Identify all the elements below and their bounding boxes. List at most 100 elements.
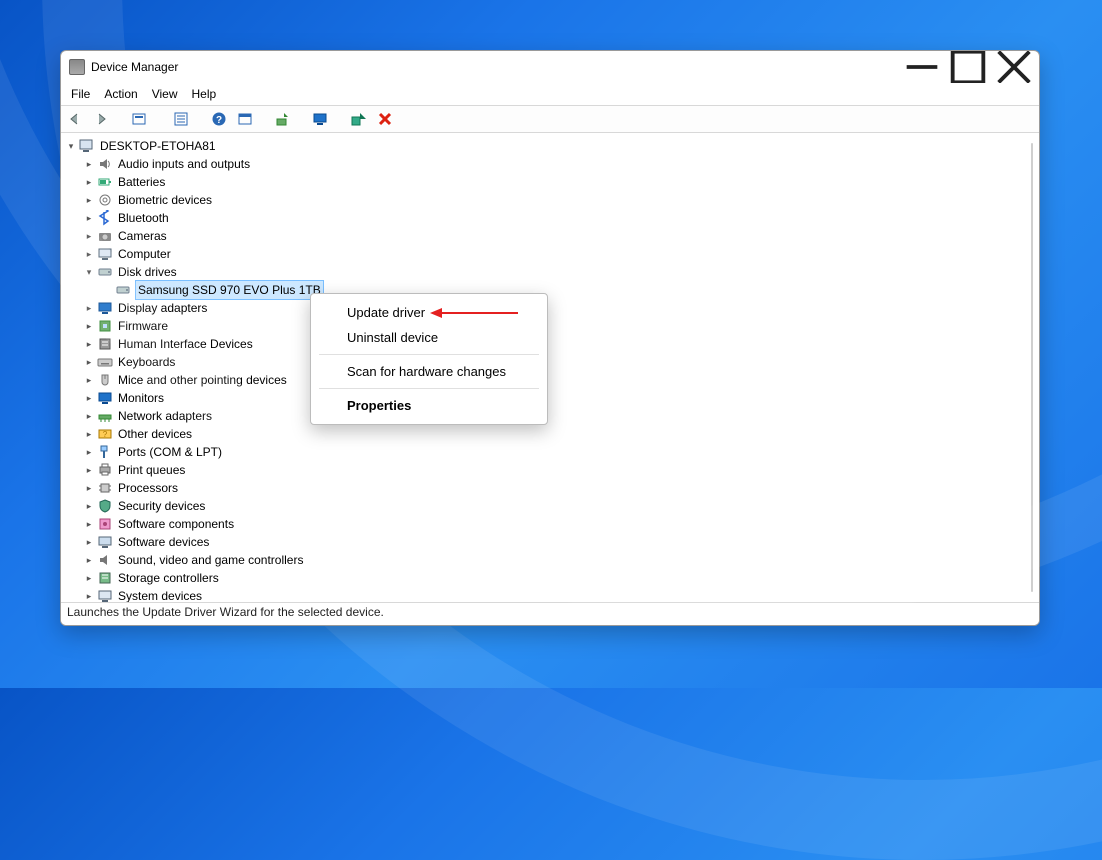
device-manager-window: Device Manager File Action View Help: [60, 50, 1040, 626]
chevron-right-icon[interactable]: ▸: [83, 551, 95, 569]
chevron-right-icon[interactable]: ▸: [83, 479, 95, 497]
ctx-properties[interactable]: Properties: [311, 393, 547, 418]
firmware-icon: [97, 318, 113, 334]
chevron-right-icon[interactable]: ▸: [83, 245, 95, 263]
menu-view[interactable]: View: [152, 87, 178, 101]
enable-device-button[interactable]: [349, 109, 369, 129]
monitor-icon: [97, 390, 113, 406]
ctx-uninstall-device[interactable]: Uninstall device: [311, 325, 547, 350]
mouse-icon: [97, 372, 113, 388]
menu-help[interactable]: Help: [192, 87, 217, 101]
printer-icon: [97, 462, 113, 478]
chevron-right-icon[interactable]: ▸: [83, 335, 95, 353]
tree-category[interactable]: ▸Sound, video and game controllers: [83, 551, 1033, 569]
ctx-update-driver[interactable]: Update driver: [311, 300, 547, 325]
chevron-right-icon[interactable]: ▸: [83, 227, 95, 245]
menu-file[interactable]: File: [71, 87, 90, 101]
tree-category[interactable]: ▸Storage controllers: [83, 569, 1033, 587]
tree-item-selected-disk[interactable]: Samsung SSD 970 EVO Plus 1TB: [101, 281, 1033, 299]
sound-icon: [97, 552, 113, 568]
computer-icon: [79, 138, 95, 154]
ctx-scan-hardware[interactable]: Scan for hardware changes: [311, 359, 547, 384]
tree-category[interactable]: ▸Print queues: [83, 461, 1033, 479]
tree-category[interactable]: ▸Display adapters: [83, 299, 1033, 317]
forward-button[interactable]: [91, 109, 111, 129]
chevron-right-icon[interactable]: ▸: [83, 191, 95, 209]
maximize-button[interactable]: [945, 51, 991, 83]
menu-action[interactable]: Action: [104, 87, 137, 101]
chevron-right-icon[interactable]: ▸: [83, 425, 95, 443]
tree-category[interactable]: ▸Biometric devices: [83, 191, 1033, 209]
back-button[interactable]: [65, 109, 85, 129]
device-tree-panel: ▾ DESKTOP-ETOHA81 ▸Audio inputs and outp…: [61, 133, 1039, 603]
app-icon: [69, 59, 85, 75]
chevron-right-icon[interactable]: ▸: [83, 371, 95, 389]
chevron-down-icon[interactable]: ▾: [83, 263, 95, 281]
svg-text:?: ?: [216, 115, 222, 126]
chevron-right-icon[interactable]: ▸: [83, 209, 95, 227]
chevron-right-icon[interactable]: ▸: [83, 443, 95, 461]
chevron-right-icon[interactable]: ▸: [83, 497, 95, 515]
software-icon: [97, 534, 113, 550]
storage-icon: [97, 570, 113, 586]
refresh-button[interactable]: [235, 109, 255, 129]
tree-category[interactable]: ▸Network adapters: [83, 407, 1033, 425]
chevron-right-icon[interactable]: ▸: [83, 533, 95, 551]
hid-icon: [97, 336, 113, 352]
chevron-right-icon[interactable]: ▸: [83, 353, 95, 371]
tree-category[interactable]: ▸Monitors: [83, 389, 1033, 407]
tree-category[interactable]: ▸Firmware: [83, 317, 1033, 335]
chevron-right-icon[interactable]: ▸: [83, 407, 95, 425]
context-menu-separator: [319, 354, 539, 355]
chevron-right-icon[interactable]: ▸: [83, 173, 95, 191]
update-driver-button[interactable]: [273, 109, 293, 129]
device-tree[interactable]: ▾ DESKTOP-ETOHA81 ▸Audio inputs and outp…: [61, 133, 1039, 602]
security-icon: [97, 498, 113, 514]
help-button[interactable]: ?: [209, 109, 229, 129]
display-icon: [97, 300, 113, 316]
tree-category[interactable]: ▸System devices: [83, 587, 1033, 602]
close-button[interactable]: [991, 51, 1037, 83]
chevron-right-icon[interactable]: ▸: [83, 155, 95, 173]
minimize-button[interactable]: [899, 51, 945, 83]
tree-category[interactable]: ▸Mice and other pointing devices: [83, 371, 1033, 389]
bluetooth-icon: [97, 210, 113, 226]
other-icon: ?: [97, 426, 113, 442]
tree-category[interactable]: ▸Ports (COM & LPT): [83, 443, 1033, 461]
chevron-right-icon[interactable]: ▸: [83, 587, 95, 602]
chevron-right-icon[interactable]: ▸: [83, 461, 95, 479]
chevron-right-icon[interactable]: ▸: [83, 317, 95, 335]
properties-button[interactable]: [171, 109, 191, 129]
chevron-right-icon[interactable]: ▸: [83, 569, 95, 587]
tree-category[interactable]: ▸Security devices: [83, 497, 1033, 515]
chevron-right-icon[interactable]: ▸: [83, 299, 95, 317]
port-icon: [97, 444, 113, 460]
audio-icon: [97, 156, 113, 172]
tree-category[interactable]: ▸Batteries: [83, 173, 1033, 191]
keyboard-icon: [97, 354, 113, 370]
battery-icon: [97, 174, 113, 190]
tree-category[interactable]: ▸Keyboards: [83, 353, 1033, 371]
biometric-icon: [97, 192, 113, 208]
tree-category[interactable]: ▸Software devices: [83, 533, 1033, 551]
tree-category[interactable]: ▸Audio inputs and outputs: [83, 155, 1033, 173]
uninstall-device-button[interactable]: [375, 109, 395, 129]
svg-text:?: ?: [103, 430, 108, 439]
tree-category[interactable]: ▸Human Interface Devices: [83, 335, 1033, 353]
chevron-right-icon[interactable]: ▸: [83, 389, 95, 407]
window-title: Device Manager: [91, 60, 178, 74]
scan-button[interactable]: [311, 109, 331, 129]
toolbar: ?: [61, 105, 1039, 133]
tree-category[interactable]: ▸Computer: [83, 245, 1033, 263]
tree-category[interactable]: ▸?Other devices: [83, 425, 1033, 443]
tree-category[interactable]: ▸Software components: [83, 515, 1033, 533]
tree-root[interactable]: ▾ DESKTOP-ETOHA81: [65, 137, 1033, 155]
tree-category[interactable]: ▸Processors: [83, 479, 1033, 497]
tree-category[interactable]: ▸Bluetooth: [83, 209, 1033, 227]
chevron-right-icon[interactable]: ▸: [83, 515, 95, 533]
show-hidden-button[interactable]: [129, 109, 149, 129]
chevron-down-icon[interactable]: ▾: [65, 137, 77, 155]
tree-category[interactable]: ▸Cameras: [83, 227, 1033, 245]
tree-category-disk-drives[interactable]: ▾Disk drives: [83, 263, 1033, 281]
status-bar: Launches the Update Driver Wizard for th…: [61, 603, 1039, 625]
